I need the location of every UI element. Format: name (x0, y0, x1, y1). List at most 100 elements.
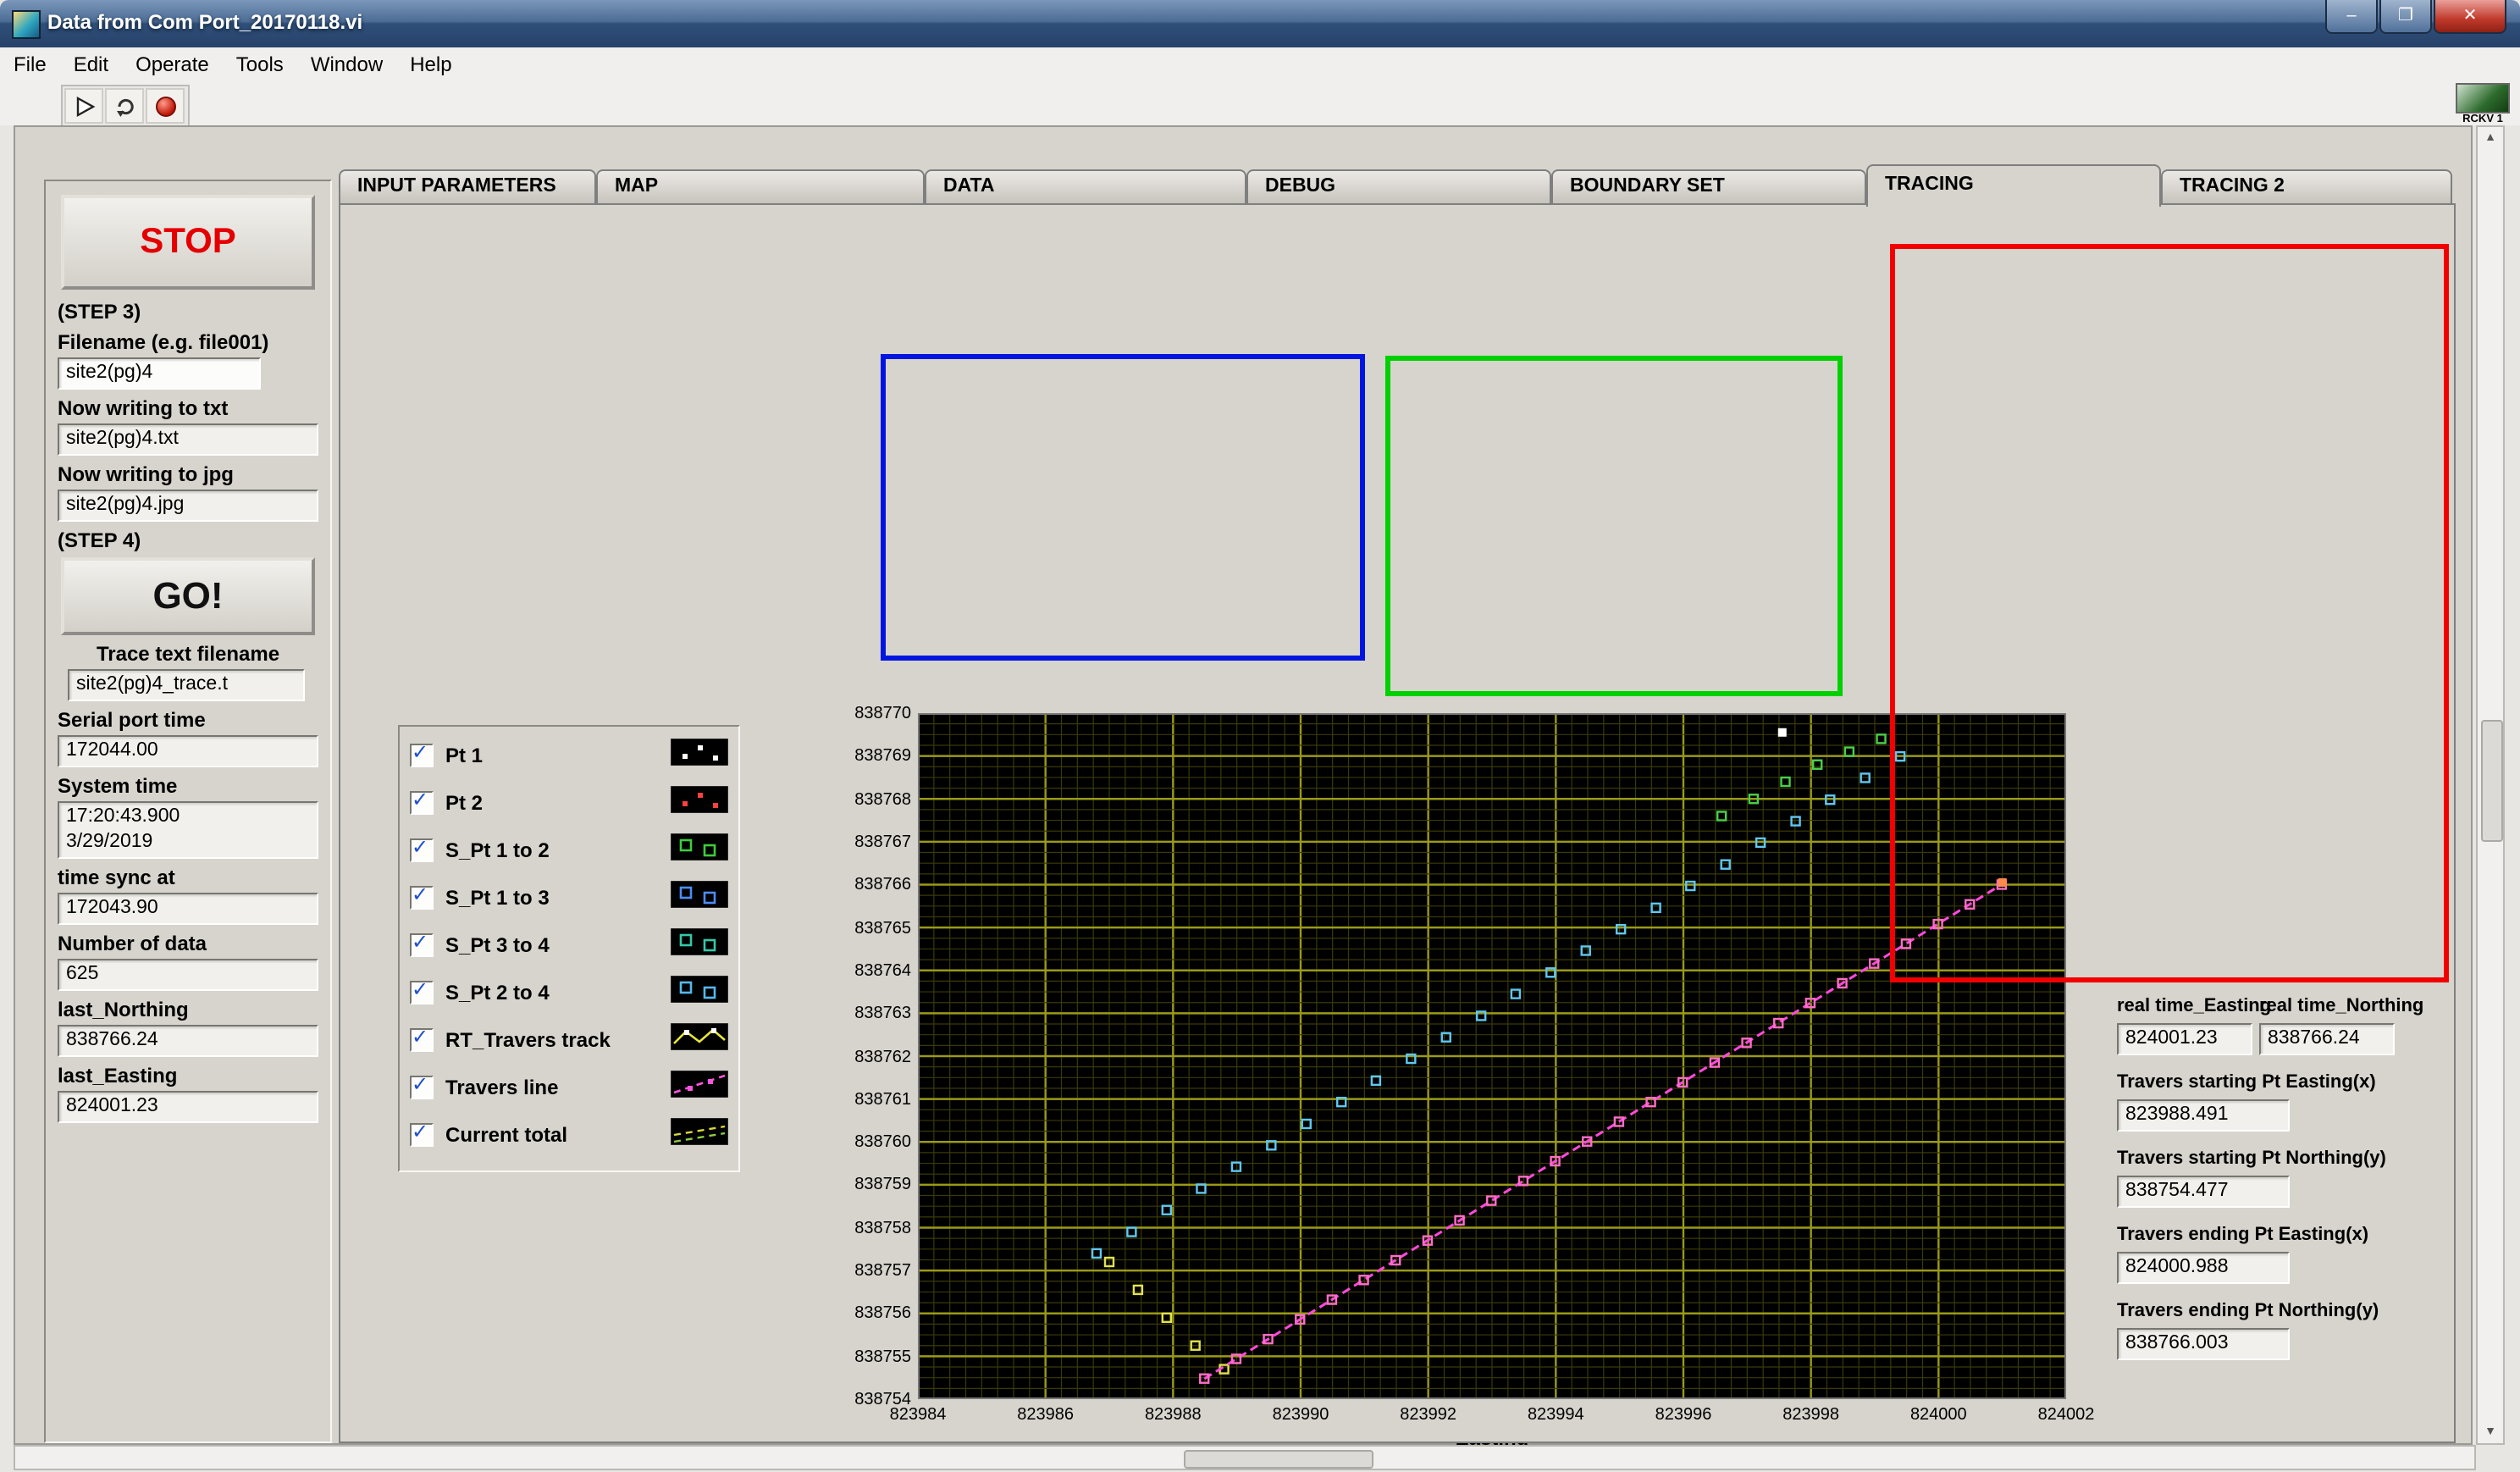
title-bar: Data from Com Port_20170118.vi – ❐ ✕ (0, 0, 2520, 47)
x-tick-label: 823984 (876, 1406, 960, 1425)
menu-help[interactable]: Help (396, 49, 465, 80)
legend-row-s-pt-2-to-4: ✓S_Pt 2 to 4 (410, 969, 728, 1016)
tab-tracing[interactable]: TRACING (1866, 164, 2161, 207)
tab-input-parameters[interactable]: INPUT PARAMETERS (339, 169, 596, 203)
legend-checkbox-current-total[interactable]: ✓ (410, 1123, 434, 1147)
minimize-button[interactable]: – (2325, 0, 2378, 34)
legend-row-pt-2: ✓Pt 2 (410, 779, 728, 827)
close-button[interactable]: ✕ (2434, 0, 2506, 34)
tab-map[interactable]: MAP (596, 169, 925, 203)
y-tick-label: 838757 (843, 1262, 911, 1281)
legend-checkbox-s-pt-3-to-4[interactable]: ✓ (410, 933, 434, 957)
tab-debug[interactable]: DEBUG (1246, 169, 1551, 203)
legend-checkbox-pt-2[interactable]: ✓ (410, 791, 434, 815)
legend-swatch-pt-2 (671, 785, 728, 821)
travers-start-northing-label: Travers starting Pt Northing(y) (2117, 1148, 2422, 1170)
legend-row-s-pt-1-to-2: ✓ S_Pt 1 to 2 (410, 827, 728, 874)
last-easting-label: last_Easting (58, 1065, 318, 1087)
y-tick-label: 838765 (843, 919, 911, 938)
travers-end-northing-label: Travers ending Pt Northing(y) (2117, 1301, 2422, 1323)
txt-filename-indicator: site2(pg)4.txt (58, 423, 318, 456)
travers-start-northing-value: 838754.477 (2117, 1176, 2290, 1208)
horizontal-scrollbar[interactable] (14, 1445, 2476, 1470)
tab-tracing-2[interactable]: TRACING 2 (2161, 169, 2452, 203)
filename-input[interactable]: site2(pg)4 (58, 357, 261, 390)
filename-label: Filename (e.g. file001) (58, 332, 318, 354)
x-tick-label: 823998 (1769, 1406, 1854, 1425)
vertical-scroll-thumb[interactable] (2481, 720, 2503, 842)
last-northing-indicator: 838766.24 (58, 1025, 318, 1057)
menu-operate[interactable]: Operate (122, 49, 223, 80)
go-button[interactable]: GO! (61, 557, 315, 635)
legend-label: S_Pt 1 to 3 (445, 887, 671, 909)
run-button[interactable] (64, 88, 103, 124)
xy-graph-plot-area (918, 713, 2066, 1399)
scroll-up-icon[interactable]: ▲ (2478, 132, 2503, 144)
menu-tools[interactable]: Tools (223, 49, 297, 80)
time-sync-indicator: 172043.90 (58, 893, 318, 925)
travers-start-easting-value: 823988.491 (2117, 1099, 2290, 1132)
step4-label: (STEP 4) (58, 530, 318, 552)
stop-button[interactable]: STOP (61, 195, 315, 290)
legend-swatch-s-pt-2-to-4 (671, 975, 728, 1010)
last-easting-indicator: 824001.23 (58, 1091, 318, 1123)
y-tick-label: 838756 (843, 1305, 911, 1324)
y-tick-label: 838767 (843, 833, 911, 852)
system-time-label: System time (58, 776, 318, 798)
legend-row-pt-1: ✓ Pt 1 (410, 732, 728, 779)
jpg-filename-indicator: site2(pg)4.jpg (58, 490, 318, 522)
x-tick-label: 823996 (1641, 1406, 1726, 1425)
y-tick-label: 838762 (843, 1048, 911, 1066)
data-count-indicator: 625 (58, 959, 318, 991)
legend-label: RT_Travers track (445, 1029, 671, 1051)
y-tick-label: 838763 (843, 1004, 911, 1023)
legend-checkbox-s-pt-2-to-4[interactable]: ✓ (410, 981, 434, 1004)
legend-checkbox-rt-travers-track[interactable]: ✓ (410, 1028, 434, 1052)
legend-row-travers-line: ✓Travers line (410, 1064, 728, 1111)
last-northing-label: last_Northing (58, 999, 318, 1021)
scroll-down-icon[interactable]: ▼ (2478, 1426, 2503, 1438)
abort-icon (155, 96, 175, 116)
serial-time-indicator: 172044.00 (58, 735, 318, 767)
abort-button[interactable] (146, 88, 185, 124)
window-title: Data from Com Port_20170118.vi (47, 10, 362, 34)
y-tick-label: 838770 (843, 705, 911, 723)
menu-window[interactable]: Window (297, 49, 396, 80)
horizontal-scroll-thumb[interactable] (1184, 1450, 1373, 1469)
menu-edit[interactable]: Edit (60, 49, 122, 80)
x-tick-label: 823994 (1513, 1406, 1598, 1425)
tab-data[interactable]: DATA (925, 169, 1246, 203)
vertical-scrollbar[interactable]: ▲ ▼ (2476, 125, 2505, 1445)
legend-label: S_Pt 1 to 2 (445, 839, 671, 861)
maximize-button[interactable]: ❐ (2379, 0, 2432, 34)
continuous-run-icon (111, 92, 138, 119)
rt-easting-value: 824001.23 (2117, 1023, 2252, 1055)
y-tick-label: 838759 (843, 1176, 911, 1195)
legend-checkbox-s-pt-1-to-3[interactable]: ✓ (410, 886, 434, 910)
vi-icon (2456, 83, 2510, 113)
menu-file[interactable]: File (0, 49, 60, 80)
legend-row-rt-travers-track: ✓ RT_Travers track (410, 1016, 728, 1064)
legend-row-current-total: ✓ Current total (410, 1111, 728, 1159)
system-time-indicator: 17:20:43.900 3/29/2019 (58, 801, 318, 859)
time-sync-label: time sync at (58, 867, 318, 889)
travers-end-easting-value: 824000.988 (2117, 1252, 2290, 1284)
x-tick-label: 823986 (1003, 1406, 1088, 1425)
continuous-run-button[interactable] (105, 88, 144, 124)
legend-checkbox-travers-line[interactable]: ✓ (410, 1076, 434, 1099)
tab-boundary-set[interactable]: BOUNDARY SET (1551, 169, 1866, 203)
legend-checkbox-s-pt-1-to-2[interactable]: ✓ (410, 838, 434, 862)
legend-row-s-pt-3-to-4: ✓S_Pt 3 to 4 (410, 921, 728, 969)
x-tick-label: 823990 (1258, 1406, 1343, 1425)
vi-icon-badge: RCKV 1 (2454, 83, 2512, 125)
legend-swatch-s-pt-1-to-2 (671, 833, 728, 868)
step3-label: (STEP 3) (58, 302, 318, 324)
jpg-filename-label: Now writing to jpg (58, 464, 318, 486)
legend-label: Pt 1 (445, 744, 671, 766)
legend-swatch-pt-1 (671, 738, 728, 773)
legend-label: Current total (445, 1124, 671, 1146)
x-tick-label: 824002 (2024, 1406, 2108, 1425)
legend-checkbox-pt-1[interactable]: ✓ (410, 744, 434, 767)
app-icon (12, 10, 41, 39)
y-tick-label: 838766 (843, 877, 911, 895)
